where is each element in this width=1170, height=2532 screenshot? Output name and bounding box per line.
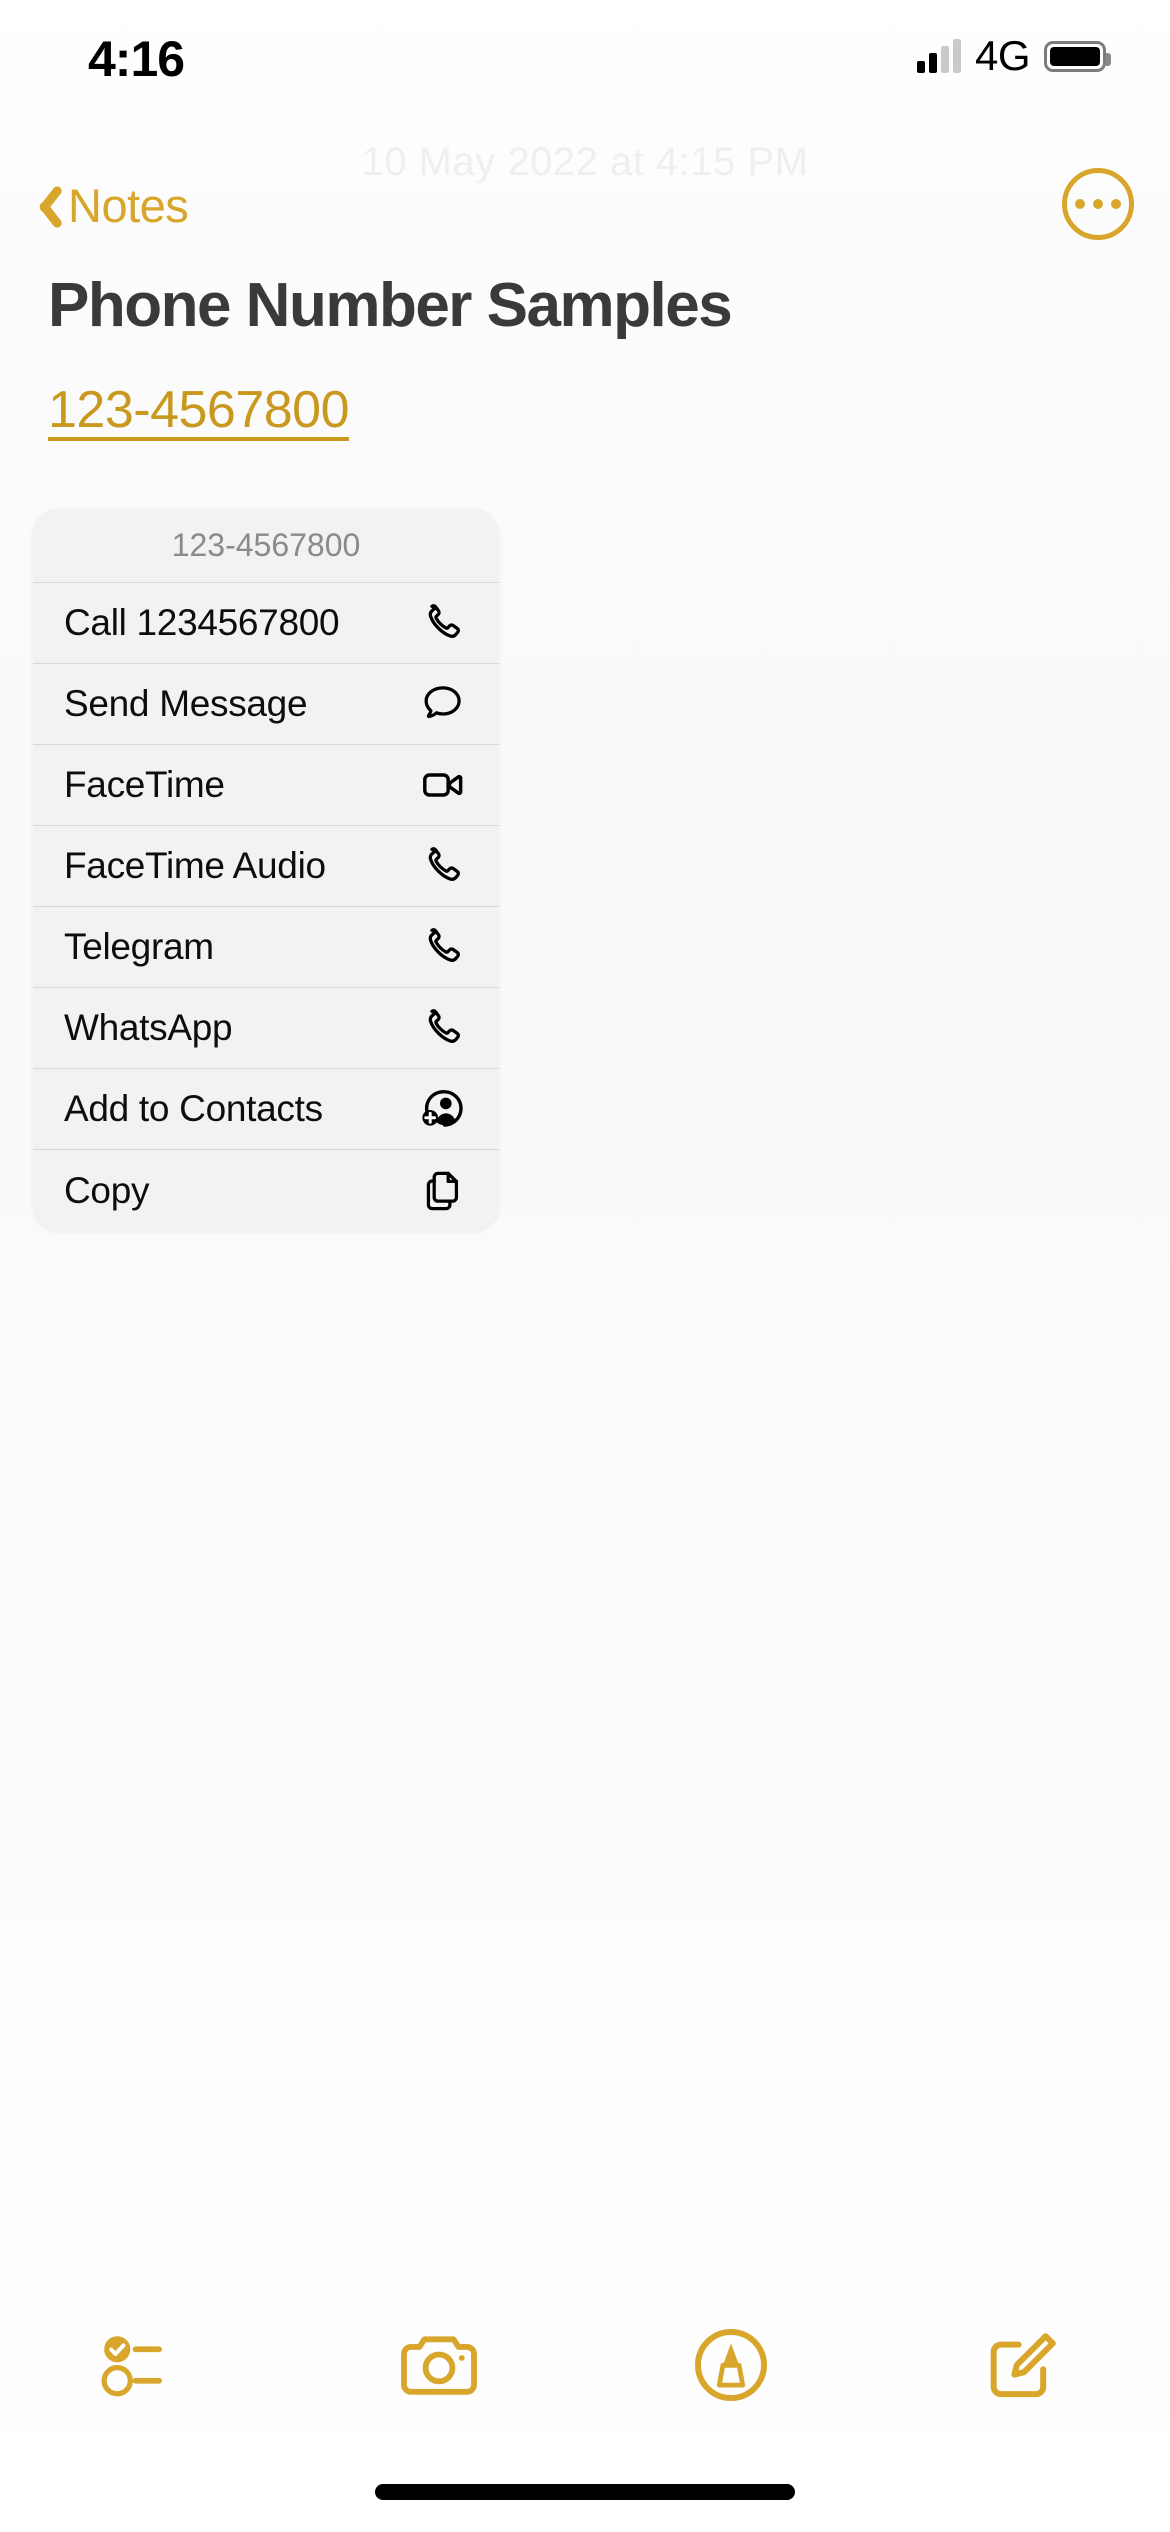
action-item-label: WhatsApp <box>64 1007 233 1048</box>
note-title: Phone Number Samples <box>48 271 733 340</box>
phone-icon <box>417 1002 469 1054</box>
markup-button[interactable] <box>585 2310 878 2420</box>
message-bubble-icon <box>417 678 469 730</box>
navigation-bar: Notes <box>0 160 1170 255</box>
phone-icon <box>417 597 469 649</box>
action-item-call[interactable]: Call 1234567800 <box>33 583 499 664</box>
status-time: 4:16 <box>88 31 185 87</box>
phone-icon <box>417 921 469 973</box>
notes-app-screen: 4:16 4G 10 May 2022 at 4:15 PM Notes Pho… <box>0 0 1170 2532</box>
action-item-label: FaceTime Audio <box>64 845 326 886</box>
chevron-left-icon <box>26 181 54 229</box>
checklist-icon <box>101 2331 191 2399</box>
action-item-label: Call 1234567800 <box>64 602 340 643</box>
notes-toolbar <box>0 2310 1170 2420</box>
action-item-copy[interactable]: Copy <box>33 1150 499 1231</box>
cellular-bars-icon <box>916 39 961 73</box>
action-item-label: Copy <box>64 1169 150 1211</box>
action-item-label: Telegram <box>64 926 214 967</box>
action-item-telegram[interactable]: Telegram <box>33 907 499 988</box>
phone-icon <box>417 840 469 892</box>
back-button[interactable]: Notes <box>26 160 189 250</box>
video-camera-icon <box>417 759 469 811</box>
checklist-button[interactable] <box>0 2310 293 2420</box>
battery-full-icon <box>1044 40 1111 72</box>
markup-pen-icon <box>692 2326 770 2404</box>
phone-number-link[interactable]: 123-4567800 <box>48 380 350 440</box>
camera-button[interactable] <box>293 2310 586 2420</box>
action-item-send-message[interactable]: Send Message <box>33 664 499 745</box>
copy-documents-icon <box>417 1165 469 1217</box>
action-item-facetime-audio[interactable]: FaceTime Audio <box>33 826 499 907</box>
action-item-label: FaceTime <box>64 764 225 805</box>
status-bar: 4:16 4G <box>0 0 1170 125</box>
camera-icon <box>397 2330 481 2400</box>
back-button-label: Notes <box>68 178 189 232</box>
network-type-label: 4G <box>974 32 1031 79</box>
ellipsis-circle-icon[interactable] <box>1062 168 1134 240</box>
action-item-label: Send Message <box>64 683 308 724</box>
action-item-add-to-contacts[interactable]: Add to Contacts <box>33 1069 499 1150</box>
action-item-label: Add to Contacts <box>64 1088 323 1129</box>
compose-icon <box>984 2326 1064 2404</box>
action-item-facetime[interactable]: FaceTime <box>33 745 499 826</box>
action-sheet-header: 123-4567800 <box>33 509 499 583</box>
person-badge-plus-icon <box>417 1083 469 1135</box>
status-indicators: 4G <box>916 32 1111 80</box>
phone-action-sheet: 123-4567800 Call 1234567800 Send Message… <box>33 509 499 1231</box>
action-item-whatsapp[interactable]: WhatsApp <box>33 988 499 1069</box>
home-indicator <box>375 2484 795 2500</box>
compose-button[interactable] <box>878 2310 1170 2420</box>
